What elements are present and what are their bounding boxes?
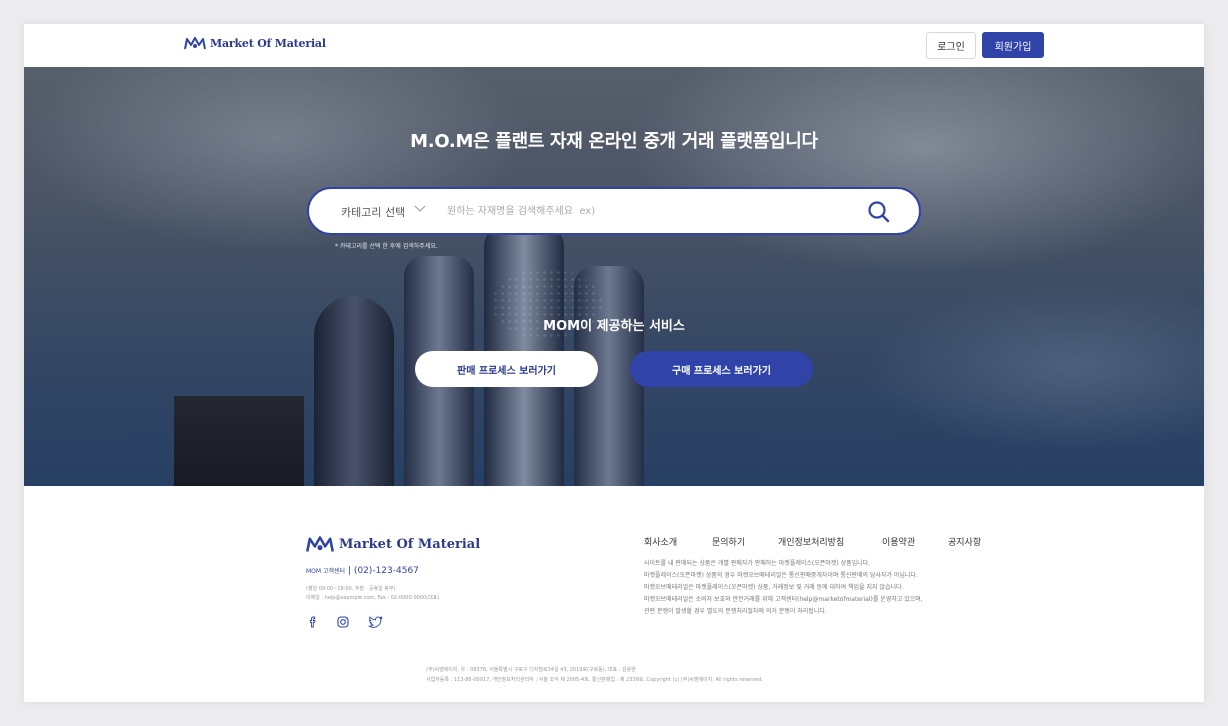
- logo-mark-icon: [184, 37, 206, 50]
- footer-link-terms[interactable]: 이용약관: [882, 535, 915, 548]
- customer-center: MOM 고객센터 | (02)-123-4567: [306, 566, 419, 576]
- footer-desc-line: 사이트를 내 판매되는 상품은 개별 판매자가 판매하는 마켓플레이스(오픈마켓…: [644, 560, 871, 567]
- services-title: MOM이 제공하는 서비스: [543, 319, 685, 334]
- twitter-icon[interactable]: [368, 614, 383, 628]
- cs-hours: (평일 09:00~18:00, 주말 · 공휴일 휴무): [306, 586, 396, 592]
- category-select[interactable]: 카테고리 선택: [341, 204, 405, 220]
- footer-desc-line: 마켓플레이스(오픈마켓) 상품의 경우 마켓오브메테리얼은 통신판매중개자이며 …: [644, 572, 918, 579]
- footer-link-contact[interactable]: 문의하기: [712, 535, 745, 548]
- hero-section: M.O.M은 플랜트 자재 온라인 중개 거래 플랫폼입니다 카테고리 선택 *…: [24, 67, 1204, 486]
- copyright-line: (주)씨엠에이치, 우 : 08378, 서울특별시 구로구 디지털로34길 4…: [426, 667, 636, 673]
- hero-title: M.O.M은 플랜트 자재 온라인 중개 거래 플랫폼입니다: [410, 131, 818, 152]
- search-icon[interactable]: [866, 199, 892, 225]
- site-footer: Market Of Material MOM 고객센터 | (02)-123-4…: [24, 486, 1204, 702]
- search-input[interactable]: [447, 199, 847, 223]
- cs-phone: | (02)-123-4567: [347, 566, 419, 576]
- search-bar: 카테고리 선택: [307, 187, 921, 235]
- logo-text: Market Of Material: [210, 37, 326, 50]
- footer-logo[interactable]: Market Of Material: [306, 536, 480, 553]
- buy-process-button[interactable]: 구매 프로세스 보러가기: [630, 351, 813, 387]
- footer-link-about[interactable]: 회사소개: [644, 535, 677, 548]
- instagram-icon[interactable]: [336, 614, 350, 628]
- chevron-down-icon[interactable]: [413, 201, 427, 219]
- footer-desc-line: 마켓오브메테리얼은 마켓플레이스(오픈마켓) 상품, 거래정보 및 거래 등에 …: [644, 584, 904, 591]
- logo-text: Market Of Material: [339, 537, 481, 552]
- login-button[interactable]: 로그인: [926, 32, 976, 59]
- footer-link-privacy[interactable]: 개인정보처리방침: [778, 535, 844, 548]
- search-hint: * 카테고리를 선택 한 후에 검색하주세요.: [335, 243, 438, 250]
- footer-link-notice[interactable]: 공지사항: [948, 535, 981, 548]
- page-frame: Market Of Material 로그인 회원가입 M.O.M은 플랜트 자…: [24, 24, 1204, 702]
- cs-label: MOM 고객센터: [306, 568, 346, 575]
- cs-contact: 이메일 : help@example.com, Fax : 02-0000-00…: [306, 595, 440, 601]
- footer-desc-line: 마켓오브메테리얼은 소비자 보호와 안전거래를 위해 고객센터(help@mar…: [644, 596, 923, 603]
- logo-mark-icon: [306, 536, 334, 552]
- facebook-icon[interactable]: [306, 614, 320, 628]
- sale-process-button[interactable]: 판매 프로세스 보러가기: [415, 351, 598, 387]
- header-logo[interactable]: Market Of Material: [184, 37, 326, 50]
- site-header: Market Of Material 로그인 회원가입: [24, 24, 1204, 67]
- signup-button[interactable]: 회원가입: [982, 32, 1044, 58]
- copyright-line: 사업자등록 : 113-86-00917, 개인정보처리관리자 : 서울 조익 …: [426, 677, 763, 683]
- footer-desc-line: 관련 분쟁이 발생할 경우 별도의 분쟁처리절차에 의거 분쟁이 처리됩니다.: [644, 608, 827, 615]
